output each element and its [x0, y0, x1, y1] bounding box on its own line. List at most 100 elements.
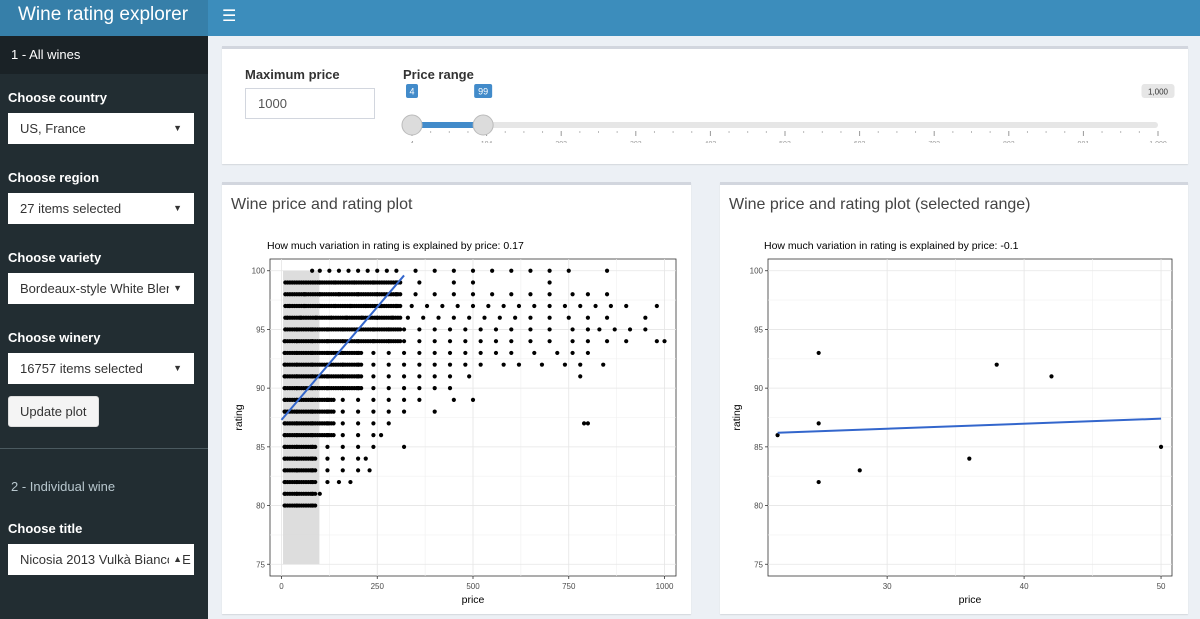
data-point	[478, 339, 483, 344]
data-point	[340, 421, 345, 426]
sidebar-section-all-wines[interactable]: 1 - All wines	[0, 36, 208, 74]
slider-tick-label: 802	[1003, 141, 1015, 143]
data-point	[447, 362, 453, 367]
data-point	[967, 456, 972, 461]
data-point	[348, 479, 353, 485]
slider-tick-label: 901	[1078, 141, 1090, 143]
max-price-input[interactable]: 1000	[245, 88, 375, 119]
data-point	[509, 327, 514, 332]
data-point	[478, 362, 483, 367]
y-tick-label: 80	[754, 502, 763, 511]
data-point	[313, 479, 318, 485]
data-point	[398, 315, 403, 320]
title-select[interactable]: Nicosia 2013 Vulkà Bianco (E ▲	[8, 544, 194, 575]
data-point	[581, 421, 587, 426]
slider-tick-label: 4	[410, 141, 414, 143]
data-point	[463, 350, 468, 356]
data-point	[994, 362, 999, 367]
data-point	[436, 315, 441, 320]
region-label: Choose region	[8, 170, 100, 185]
data-point	[528, 268, 533, 273]
data-point	[493, 327, 499, 332]
data-point	[340, 456, 345, 461]
data-point	[417, 386, 422, 391]
y-tick-label: 95	[256, 325, 265, 334]
x-tick-label: 500	[466, 582, 480, 591]
plot-panel-all: Wine price and rating plot How much vari…	[222, 182, 691, 614]
y-tick-label: 80	[256, 502, 265, 511]
data-point	[654, 303, 659, 309]
slider-tick-label: 403	[705, 141, 717, 143]
data-point	[432, 292, 437, 297]
update-plot-button[interactable]: Update plot	[8, 396, 99, 427]
y-axis-label: rating	[731, 404, 743, 430]
data-point	[604, 268, 610, 273]
data-point	[463, 362, 468, 367]
data-point	[325, 456, 330, 461]
data-point	[398, 339, 403, 344]
data-point	[367, 468, 372, 473]
plot-panel-selected: Wine price and rating plot (selected ran…	[720, 182, 1188, 614]
y-tick-label: 100	[252, 267, 266, 276]
hamburger-icon[interactable]: ☰	[222, 6, 236, 25]
region-select[interactable]: 27 items selected ▼	[8, 193, 194, 224]
sidebar-section-individual-wine[interactable]: 2 - Individual wine	[0, 468, 208, 506]
data-point	[405, 315, 410, 320]
data-point	[331, 397, 336, 402]
slider-handle[interactable]	[401, 114, 423, 136]
variety-select[interactable]: Bordeaux-style White Blend ▼	[8, 273, 194, 304]
data-point	[470, 303, 476, 309]
data-point	[578, 374, 583, 379]
data-point	[447, 339, 453, 344]
caret-up-icon: ▲	[169, 544, 182, 575]
data-point	[371, 444, 376, 449]
data-point	[467, 374, 472, 379]
price-range-slider[interactable]: 4 104 203 303 403 503 602 702 802 901 1,000 4 99 1,00…	[398, 83, 1178, 143]
slider-tick-label: 1,000	[1149, 141, 1167, 143]
data-point	[432, 327, 437, 332]
winery-select[interactable]: 16757 items selected ▼	[8, 353, 194, 384]
data-point	[451, 292, 456, 297]
price-range-label: Price range	[403, 67, 474, 82]
data-point	[570, 327, 575, 332]
x-axis-label: price	[959, 594, 982, 606]
data-point	[486, 303, 491, 309]
data-point	[401, 362, 407, 367]
data-point	[516, 303, 522, 309]
data-point	[417, 339, 422, 344]
data-point	[331, 433, 336, 438]
x-tick-label: 250	[371, 582, 385, 591]
data-point	[413, 268, 418, 273]
data-point	[470, 280, 476, 285]
data-point	[386, 374, 391, 379]
data-point	[467, 315, 472, 320]
data-point	[440, 303, 445, 309]
data-point	[562, 303, 568, 309]
caret-down-icon: ▼	[169, 353, 182, 384]
data-point	[432, 339, 437, 344]
country-select[interactable]: US, France ▼	[8, 113, 194, 144]
slider-tick-label: 104	[481, 141, 493, 143]
data-point	[585, 421, 591, 426]
data-point	[532, 350, 537, 356]
data-point	[1049, 374, 1054, 379]
data-point	[417, 350, 422, 356]
data-point	[359, 350, 364, 356]
slider-handle[interactable]	[472, 114, 494, 136]
data-point	[432, 386, 437, 391]
data-point	[451, 268, 456, 273]
data-point	[401, 350, 407, 356]
data-point	[325, 479, 330, 485]
data-point	[363, 456, 368, 461]
data-point	[1158, 444, 1164, 449]
variety-label: Choose variety	[8, 250, 102, 265]
data-point	[509, 268, 514, 273]
data-point	[386, 350, 391, 356]
data-point	[451, 280, 456, 285]
data-point	[555, 350, 560, 356]
data-point	[451, 315, 456, 320]
data-point	[451, 397, 456, 402]
data-point	[340, 468, 345, 473]
data-point	[528, 327, 533, 332]
data-point	[604, 292, 610, 297]
